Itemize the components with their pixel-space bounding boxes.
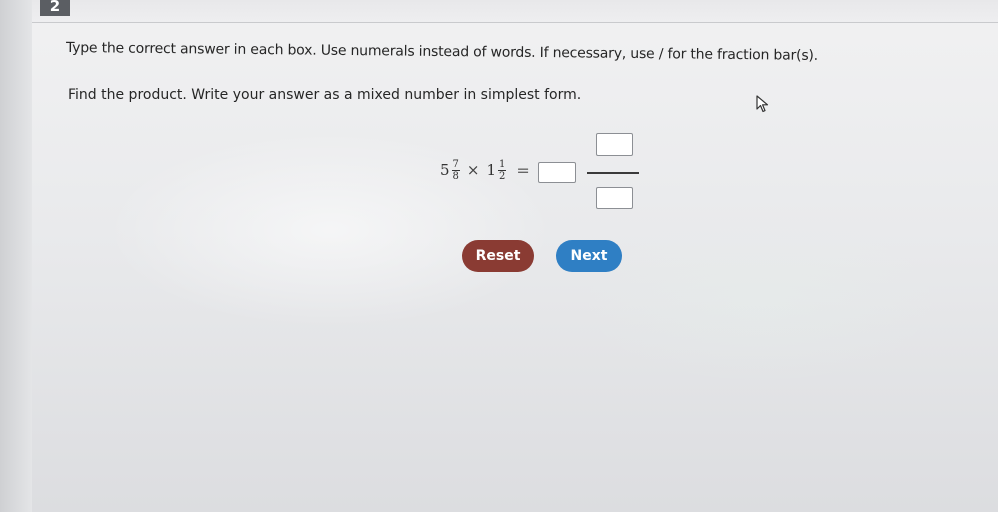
reset-button[interactable]: Reset [462,240,534,272]
multiply-operator: × [466,161,480,179]
answer-numerator-input[interactable] [596,133,633,156]
equals-sign: = [516,160,530,180]
mixed-number-2-fraction: 1 2 [498,158,507,182]
prompt-text: Find the product. Write your answer as a… [68,87,582,103]
fraction-1-denominator: 8 [452,170,459,182]
answer-fraction-bar [587,172,639,174]
math-expression: 5 7 8 × 1 1 2 = [440,152,540,188]
mixed-number-2-whole: 1 [486,161,497,179]
instruction-text: Type the correct answer in each box. Use… [65,40,819,64]
answer-denominator-input[interactable] [596,187,633,209]
question-number-badge: 2 [40,0,70,16]
left-edge [0,0,32,512]
fraction-2-denominator: 2 [499,170,506,182]
fraction-1-numerator: 7 [451,158,460,171]
mixed-number-1-whole: 5 [440,161,450,179]
fraction-2-numerator: 1 [498,158,507,171]
next-button[interactable]: Next [556,240,622,272]
mouse-pointer-icon [756,95,769,113]
answer-whole-input[interactable] [538,162,576,183]
top-bar [0,0,998,23]
mixed-number-1-fraction: 7 8 [451,158,460,182]
